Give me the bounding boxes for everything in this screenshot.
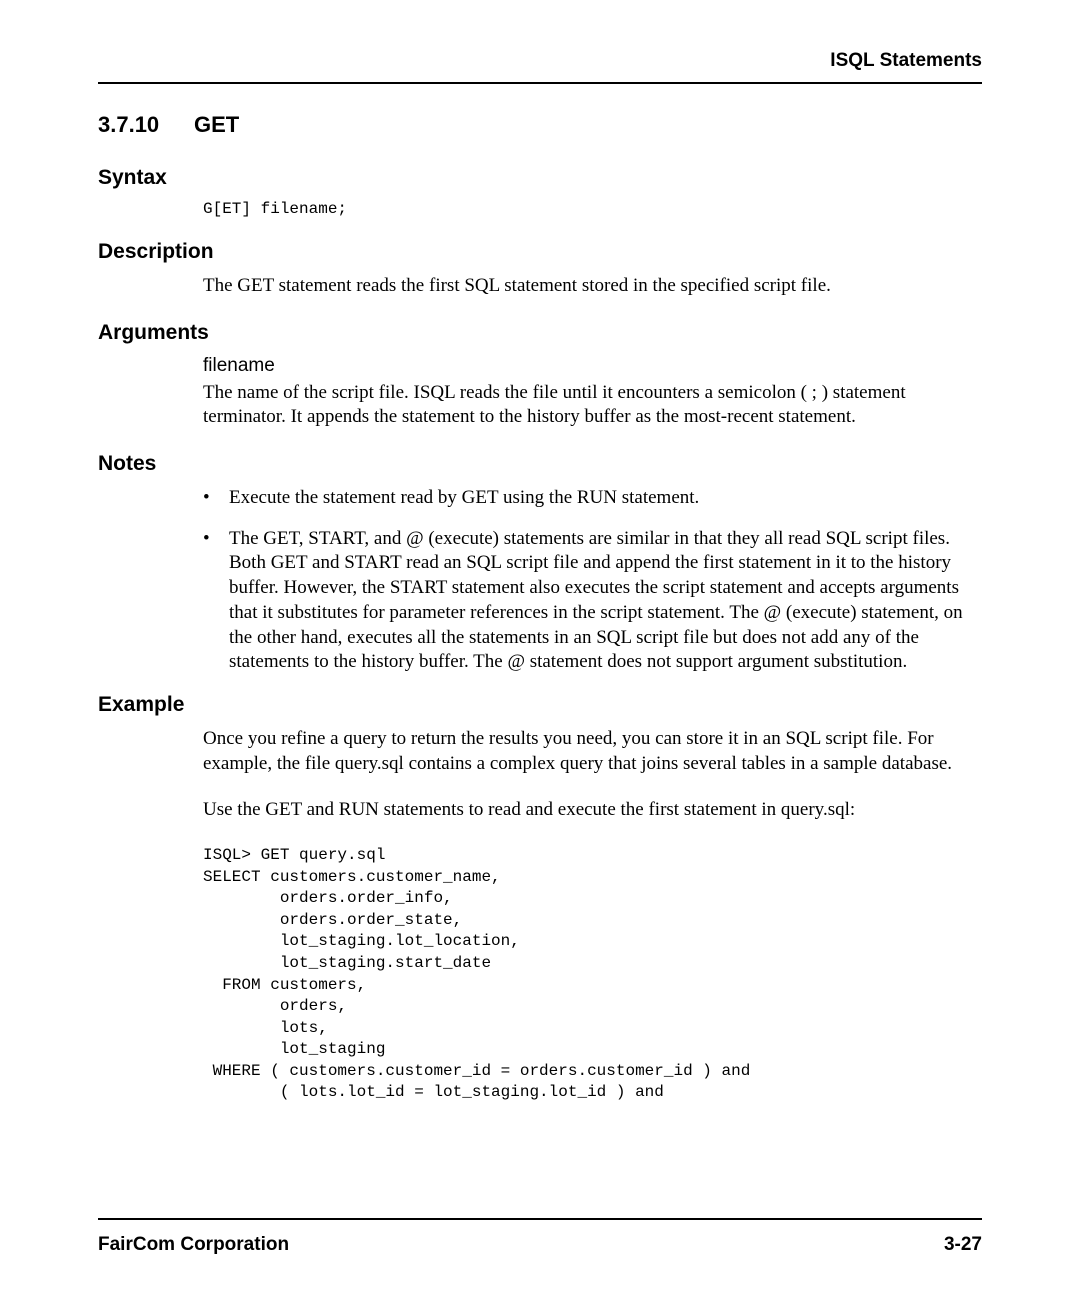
list-item: • Execute the statement read by GET usin… (203, 486, 982, 511)
section-heading: 3.7.10GET (98, 112, 982, 138)
note-text: The GET, START, and @ (execute) statemen… (229, 527, 982, 675)
footer-right: 3-27 (944, 1234, 982, 1256)
bullet-icon: • (203, 486, 229, 511)
note-text: Execute the statement read by GET using … (229, 486, 699, 511)
notes-list: • Execute the statement read by GET usin… (203, 486, 982, 675)
example-para-1: Once you refine a query to return the re… (203, 727, 982, 776)
running-title: ISQL Statements (830, 50, 982, 72)
section-title: GET (194, 112, 239, 137)
argument-name: filename (203, 355, 982, 377)
arguments-heading: Arguments (98, 321, 982, 345)
bullet-icon: • (203, 527, 229, 675)
description-heading: Description (98, 240, 982, 264)
description-text: The GET statement reads the first SQL st… (203, 274, 982, 299)
example-heading: Example (98, 693, 982, 717)
example-para-2: Use the GET and RUN statements to read a… (203, 798, 982, 823)
list-item: • The GET, START, and @ (execute) statem… (203, 527, 982, 675)
example-code: ISQL> GET query.sql SELECT customers.cus… (203, 845, 982, 1104)
page-footer: FairCom Corporation 3-27 (98, 1218, 982, 1256)
notes-heading: Notes (98, 452, 982, 476)
syntax-code: G[ET] filename; (203, 200, 982, 218)
syntax-heading: Syntax (98, 166, 982, 190)
footer-left: FairCom Corporation (98, 1234, 289, 1256)
page-header: ISQL Statements (98, 50, 982, 84)
section-number: 3.7.10 (98, 112, 194, 138)
argument-desc: The name of the script file. ISQL reads … (203, 381, 982, 430)
